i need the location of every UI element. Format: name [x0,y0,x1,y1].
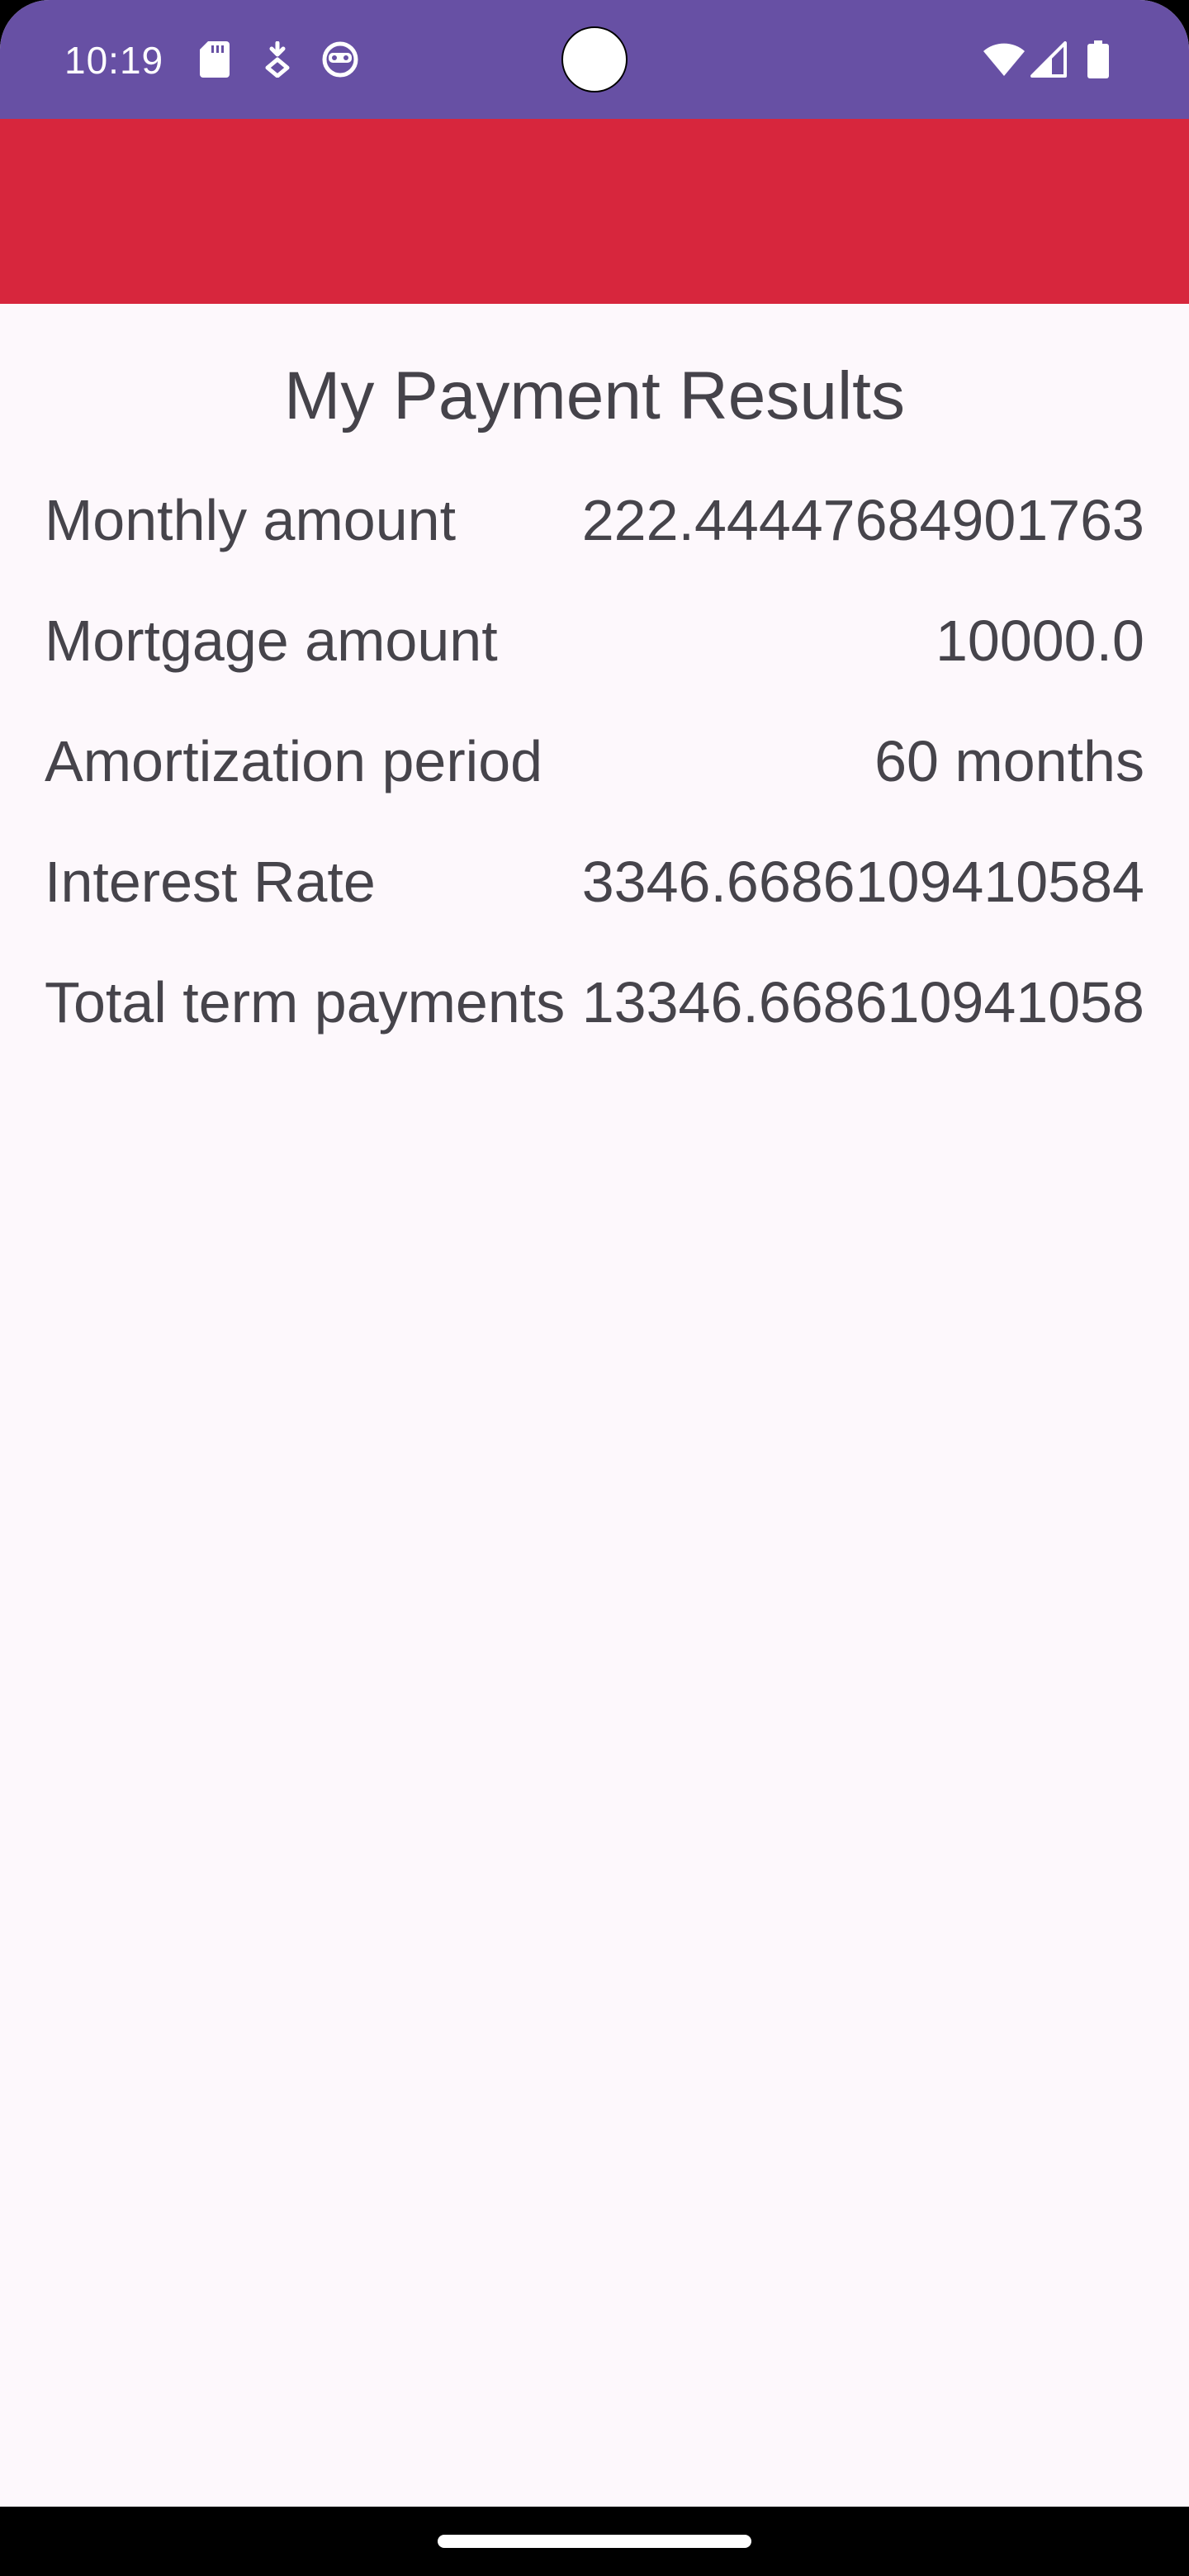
download-indicator-icon [258,40,297,79]
result-label: Mortgage amount [45,608,498,673]
result-row-amortization-period: Amortization period 60 months [45,727,1144,847]
result-label: Interest Rate [45,850,376,914]
status-time: 10:19 [64,39,164,82]
result-label: Amortization period [45,729,543,793]
app-bar [0,119,1189,304]
camera-cutout [561,26,628,92]
results-list: Monthly amount 222.44447684901763 Mortga… [45,485,1144,1088]
navigation-bar [0,2507,1189,2576]
result-row-mortgage-amount: Mortgage amount 10000.0 [45,606,1144,727]
wifi-icon [981,40,1027,79]
cell-signal-icon [1029,40,1068,79]
battery-icon [1078,40,1118,79]
result-value: 10000.0 [935,608,1144,673]
result-value: 60 months [874,729,1144,793]
face-icon [320,40,360,79]
result-value: 3346.6686109410584 [581,850,1144,914]
sd-card-icon [195,40,234,79]
page-title: My Payment Results [284,358,905,433]
result-value: 13346.668610941058 [581,970,1144,1035]
phone-screen: 10:19 My Payment Results Monthly amount … [0,0,1189,2576]
result-row-monthly-amount: Monthly amount 222.44447684901763 [45,485,1144,606]
result-label: Monthly amount [45,488,457,552]
status-bar: 10:19 [0,0,1189,119]
result-label: Total term payments [45,970,566,1035]
result-row-interest-rate: Interest Rate 3346.6686109410584 [45,847,1144,968]
home-gesture-handle[interactable] [438,2535,751,2548]
result-value: 222.44447684901763 [581,488,1144,552]
result-row-total-term-payments: Total term payments 13346.668610941058 [45,968,1144,1088]
